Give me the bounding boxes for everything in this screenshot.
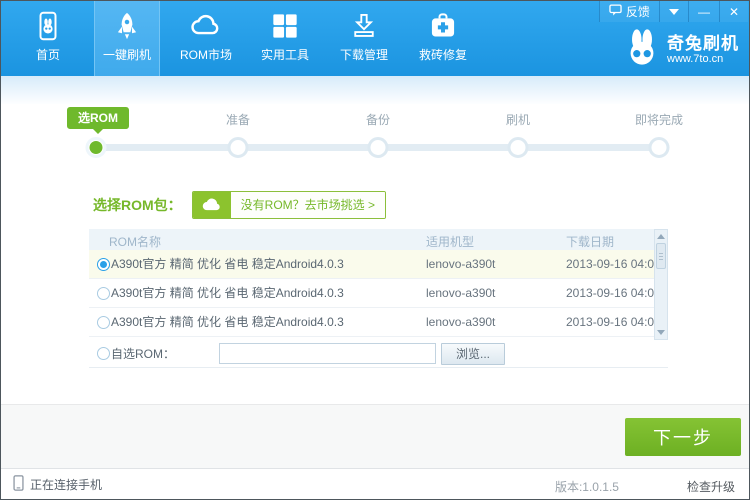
cloud-icon [190,10,222,42]
connection-status: 正在连接手机 [13,469,102,500]
nav-label: 一键刷机 [103,46,151,63]
go-to-market-button[interactable]: 没有ROM？去市场挑选 > [192,191,386,219]
cloud-icon [193,192,231,218]
nav-item-one-key-flash[interactable]: 一键刷机 [94,1,160,76]
step-label-backup: 备份 [366,111,390,128]
rom-date-cell: 2013-09-16 04:06 [566,250,661,279]
table-row[interactable]: A390t官方 精简 优化 省电 稳定Android4.0.3 lenovo-a… [89,308,668,337]
brand-logo: 奇兔刷机 www.7to.cn [623,28,739,71]
go-to-market-label: 没有ROM？去市场挑选 > [231,192,385,218]
first-aid-kit-icon [427,10,459,42]
scroll-up-icon[interactable] [657,234,665,239]
column-header-model: 适用机型 [426,233,474,250]
connection-status-text: 正在连接手机 [30,476,102,493]
main-nav: 首页 一键刷机 ROM市场 实用工具 [15,1,489,76]
app-header: 首页 一键刷机 ROM市场 实用工具 [1,1,749,76]
custom-rom-radio[interactable] [97,347,110,360]
step-label-prepare: 准备 [226,111,250,128]
nav-item-home[interactable]: 首页 [15,1,81,76]
rabbit-logo-icon [623,28,661,71]
table-row[interactable]: A390t官方 精简 优化 省电 稳定Android4.0.3 lenovo-a… [89,279,668,308]
nav-label: 首页 [36,46,60,63]
download-icon [348,10,380,42]
nav-label: 实用工具 [261,46,309,63]
minimize-button[interactable]: — [688,1,719,22]
rom-radio[interactable] [97,287,110,300]
flash-progress-steps: 选ROM 准备 备份 刷机 即将完成 [1,104,749,168]
rom-name-cell: A390t官方 精简 优化 省电 稳定Android4.0.3 [111,308,344,337]
caret-down-icon [669,9,679,15]
custom-rom-row: 自选ROM： 浏览... [89,340,668,368]
app-window: 首页 一键刷机 ROM市场 实用工具 [0,0,750,500]
rom-model-cell: lenovo-a390t [426,250,495,279]
version-label: 版本:1.0.1.5 [555,478,619,495]
scrollbar-thumb[interactable] [656,243,666,269]
rom-picker-bar: 选择ROM包： 没有ROM？去市场挑选 > [93,191,386,219]
step-node-backup [368,137,389,158]
close-button[interactable]: ✕ [719,1,748,22]
brand-name: 奇兔刷机 [667,34,739,53]
table-header-row: ROM名称 适用机型 下载日期 [89,229,668,250]
brand-site: www.7to.cn [667,53,739,66]
step-node-prepare [228,137,249,158]
rom-date-cell: 2013-09-16 04:06 [566,308,661,337]
step-label-flash: 刷机 [506,111,530,128]
current-step-badge: 选ROM [67,107,129,129]
table-row[interactable]: A390t官方 精简 优化 省电 稳定Android4.0.3 lenovo-a… [89,250,668,279]
step-node-flash [508,137,529,158]
header-fade-band [1,76,749,104]
action-bar: 下一步 [1,404,749,468]
rom-date-cell: 2013-09-16 04:06 [566,279,661,308]
nav-item-brick-repair[interactable]: 救砖修复 [410,1,476,76]
browse-button[interactable]: 浏览... [441,343,505,365]
phone-rabbit-icon [32,10,64,42]
choose-rom-label: 选择ROM包： [93,195,182,215]
rocket-icon [111,10,143,42]
column-header-rom-name: ROM名称 [109,233,161,250]
nav-label: ROM市场 [180,46,232,63]
rom-list-table: ROM名称 适用机型 下载日期 A390t官方 精简 优化 省电 稳定Andro… [89,229,668,337]
next-step-button[interactable]: 下一步 [625,418,741,456]
step-node-finish [649,137,670,158]
custom-rom-label: 自选ROM： [111,340,175,368]
feedback-button[interactable]: 反馈 [599,1,659,22]
step-label-finish: 即将完成 [635,111,683,128]
check-update-link[interactable]: 检查升级 [687,478,735,495]
phone-icon [13,475,24,494]
titlebar-controls: 反馈 — ✕ [599,1,748,22]
nav-label: 救砖修复 [419,46,467,63]
step-node-rom [86,137,107,158]
scroll-down-icon[interactable] [657,330,665,335]
speech-bubble-icon [609,4,622,19]
rom-model-cell: lenovo-a390t [426,308,495,337]
rom-radio-selected[interactable] [97,258,110,271]
custom-rom-path-input[interactable] [219,343,436,364]
nav-label: 下载管理 [340,46,388,63]
rom-name-cell: A390t官方 精简 优化 省电 稳定Android4.0.3 [111,250,344,279]
column-header-date: 下载日期 [566,233,614,250]
nav-item-rom-market[interactable]: ROM市场 [173,1,239,76]
feedback-label: 反馈 [626,3,650,20]
table-scrollbar[interactable] [654,229,668,340]
menu-dropdown-button[interactable] [659,1,688,22]
rom-name-cell: A390t官方 精简 优化 省电 稳定Android4.0.3 [111,279,344,308]
nav-item-tools[interactable]: 实用工具 [252,1,318,76]
nav-item-download-manager[interactable]: 下载管理 [331,1,397,76]
grid-icon [269,10,301,42]
rom-radio[interactable] [97,316,110,329]
statusbar: 正在连接手机 版本:1.0.1.5 检查升级 [1,468,749,499]
rom-model-cell: lenovo-a390t [426,279,495,308]
